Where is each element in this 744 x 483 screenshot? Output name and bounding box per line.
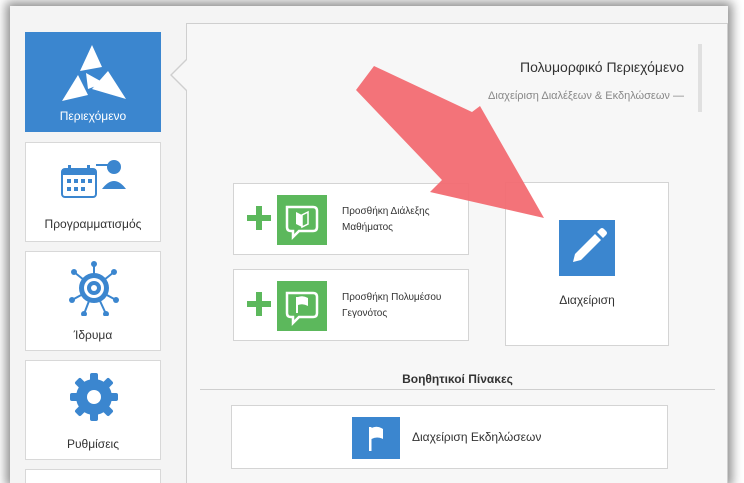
page-title: Πολυμορφικό Περιεχόμενο [520, 59, 684, 75]
scroll-indicator [698, 44, 702, 112]
add-multimedia-event-button[interactable]: Προσθήκη Πολυμέσου Γεγονότος [233, 269, 469, 341]
panel-pointer-fill [172, 59, 188, 91]
add-lecture-icon-box [277, 195, 327, 245]
flag-icon [369, 426, 383, 451]
section-title-helper-tables: Βοηθητικοί Πίνακες [402, 372, 513, 386]
plus-icon [247, 292, 271, 316]
sidebar-item-label: Ίδρυμα [73, 328, 113, 342]
manage-button[interactable]: Διαχείριση [505, 182, 669, 346]
section-divider [200, 389, 715, 390]
app-window: Περιεχόμενο Προγραμματισμός Ίδρυμα Ρυθμί… [10, 6, 728, 483]
pencil-icon [573, 228, 607, 262]
manage-events-icon-box [352, 417, 400, 459]
add-event-label: Προσθήκη Πολυμέσου Γεγονότος [342, 292, 442, 319]
book-icon [285, 205, 319, 241]
add-lecture-button[interactable]: Προσθήκη Διάλεξης Μαθήματος [233, 183, 469, 255]
add-event-icon-box [277, 281, 327, 331]
sidebar-item-label: Προγραμματισμός [44, 217, 142, 231]
add-lecture-label: Προσθήκη Διάλεξης Μαθήματος [342, 206, 430, 233]
page-subtitle: Διαχείριση Διαλέξεων & Εκδηλώσεων — [488, 90, 684, 102]
manage-icon-box [559, 220, 615, 276]
institution-network-icon [69, 261, 119, 316]
manage-label: Διαχείριση [559, 293, 615, 307]
manage-events-button[interactable]: Διαχείριση Εκδηλώσεων [231, 405, 668, 469]
flag-chat-icon [285, 291, 319, 327]
sidebar-item-scheduling[interactable]: Προγραμματισμός [25, 142, 161, 242]
plus-icon [247, 206, 271, 230]
sidebar-item-label: Ρυθμίσεις [66, 437, 120, 451]
calendar-user-icon [61, 160, 126, 198]
sidebar-item-more[interactable] [25, 469, 161, 483]
gear-icon [70, 373, 118, 421]
sidebar-item-label: Περιεχόμενο [59, 109, 127, 123]
sidebar-item-content[interactable]: Περιεχόμενο [25, 32, 161, 132]
sidebar-item-institution[interactable]: Ίδρυμα [25, 251, 161, 351]
manage-events-label: Διαχείριση Εκδηλώσεων [412, 430, 542, 444]
content-logo-icon [62, 45, 126, 101]
sidebar-item-settings[interactable]: Ρυθμίσεις [25, 360, 161, 460]
